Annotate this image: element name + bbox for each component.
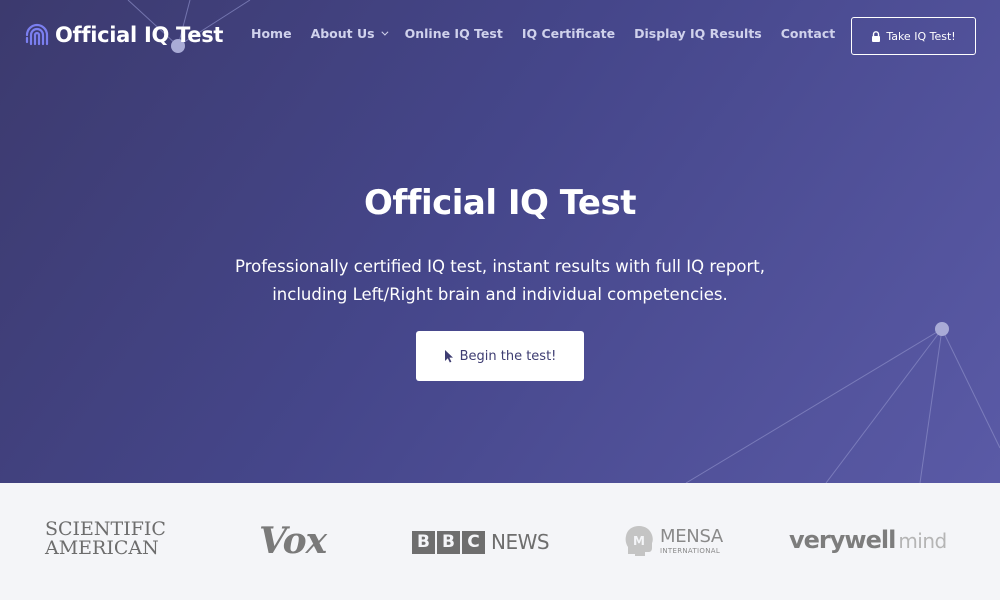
bbc-news-word: NEWS xyxy=(491,530,550,554)
mensa-text: MENSA INTERNATIONAL xyxy=(660,526,723,556)
nav-menu: Home About Us Online IQ Test IQ Certific… xyxy=(251,26,854,41)
bbc-news-logo: B B C NEWS xyxy=(412,530,550,554)
begin-test-button[interactable]: Begin the test! xyxy=(416,331,584,381)
decorative-network-lines xyxy=(127,0,1000,483)
hero-subtitle: Professionally certified IQ test, instan… xyxy=(150,253,850,309)
brand-logo-link[interactable]: Official IQ Test xyxy=(24,20,223,50)
verywell-mind-text: mind xyxy=(898,529,947,553)
fingerprint-icon xyxy=(25,23,49,46)
chevron-down-icon xyxy=(380,28,389,36)
take-iq-test-button[interactable]: Take IQ Test! xyxy=(851,17,976,55)
mensa-subtitle: INTERNATIONAL xyxy=(660,547,721,555)
nav-contact[interactable]: Contact xyxy=(781,26,835,41)
nav-online-iq-test[interactable]: Online IQ Test xyxy=(405,26,503,41)
mensa-name: MENSA xyxy=(660,526,723,547)
hero-title: Official IQ Test xyxy=(363,183,637,223)
nav-about-us[interactable]: About Us xyxy=(310,26,389,41)
bbc-letter-b1: B xyxy=(412,530,435,554)
nav-home[interactable]: Home xyxy=(251,26,292,41)
nav-display-iq-results[interactable]: Display IQ Results xyxy=(634,26,762,41)
nav-iq-certificate[interactable]: IQ Certificate xyxy=(522,26,615,41)
hero-section: Official IQ Test Home About Us Online IQ… xyxy=(0,0,1000,483)
svg-text:M: M xyxy=(633,534,645,548)
verywell-mind-logo: verywell mind xyxy=(789,526,947,554)
verywell-main-text: verywell xyxy=(789,526,896,554)
cursor-icon xyxy=(444,350,453,363)
bbc-letter-c: C xyxy=(462,530,485,554)
mensa-emblem-icon: M xyxy=(625,526,653,556)
scientific-american-logo: SCIENTIFIC AMERICAN xyxy=(45,520,166,558)
mensa-logo: M MENSA INTERNATIONAL xyxy=(623,524,723,558)
bbc-letter-b2: B xyxy=(437,530,460,554)
hero-subtitle-line-1: Professionally certified IQ test, instan… xyxy=(235,257,765,276)
vox-logo: Vox xyxy=(259,520,327,562)
take-iq-test-label: Take IQ Test! xyxy=(886,29,956,43)
navbar: Official IQ Test Home About Us Online IQ… xyxy=(0,0,1000,70)
begin-test-label: Begin the test! xyxy=(459,348,557,364)
brand-name: Official IQ Test xyxy=(55,23,224,47)
hero-subtitle-line-2: including Left/Right brain and individua… xyxy=(272,285,728,304)
sciam-line-2: AMERICAN xyxy=(45,537,159,559)
lock-icon xyxy=(872,30,881,42)
nav-about-us-label: About Us xyxy=(310,26,375,41)
